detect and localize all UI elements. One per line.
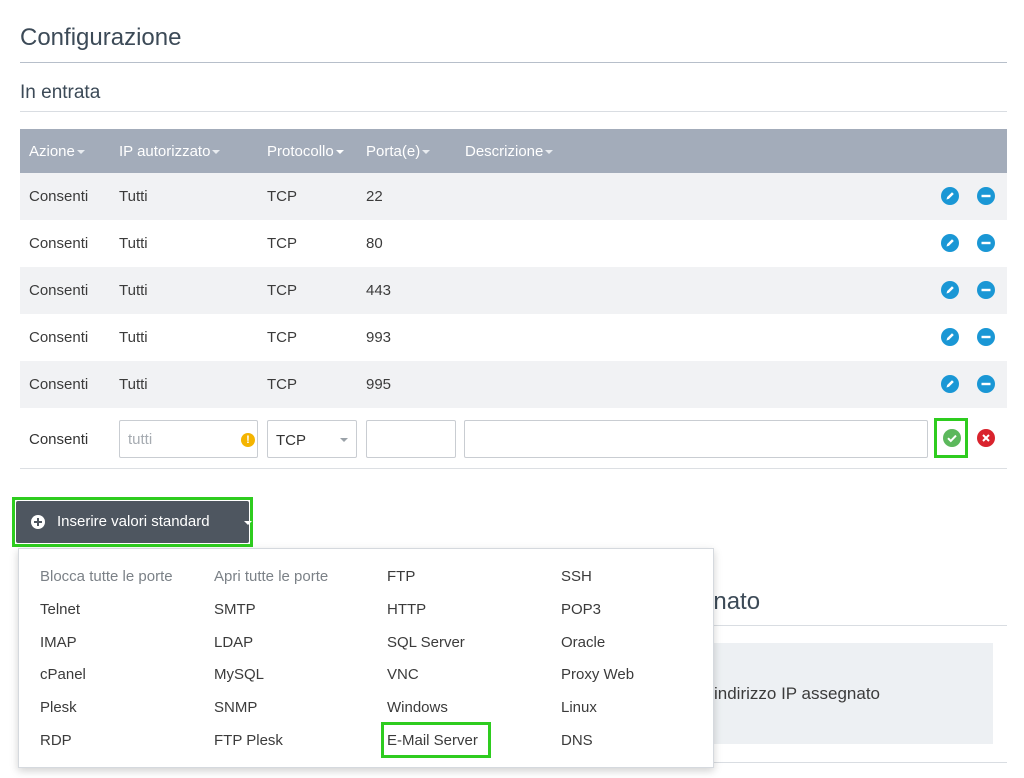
table-header: Azione IP autorizzato Protocollo Porta(e… bbox=[20, 129, 1007, 173]
chevron-down-icon bbox=[340, 438, 348, 442]
menu-item-pop3[interactable]: POP3 bbox=[561, 601, 601, 618]
description-input[interactable] bbox=[464, 420, 928, 458]
menu-item-ssh[interactable]: SSH bbox=[561, 568, 592, 585]
row-ip: Tutti bbox=[119, 329, 148, 346]
remove-minus-icon[interactable] bbox=[977, 234, 995, 252]
column-header-action[interactable]: Azione bbox=[29, 143, 85, 160]
row-action: Consenti bbox=[29, 188, 89, 205]
new-rule-action: Consenti bbox=[29, 431, 89, 448]
column-header-protocol[interactable]: Protocollo bbox=[267, 143, 344, 160]
insert-standard-values-button[interactable]: Inserire valori standard bbox=[16, 501, 252, 543]
remove-minus-icon[interactable] bbox=[977, 281, 995, 299]
background-divider bbox=[700, 762, 1007, 763]
table-row: Consenti Tutti TCP 80 bbox=[20, 220, 1007, 267]
sort-caret-icon bbox=[212, 150, 221, 155]
row-port: 995 bbox=[366, 376, 392, 393]
row-port: 443 bbox=[366, 282, 392, 299]
row-action: Consenti bbox=[29, 376, 89, 393]
row-action: Consenti bbox=[29, 282, 89, 299]
background-section-divider bbox=[700, 625, 1007, 626]
column-header-ports[interactable]: Porta(e) bbox=[366, 143, 431, 160]
menu-item-mysql[interactable]: MySQL bbox=[214, 666, 264, 683]
menu-item-ftp[interactable]: FTP bbox=[387, 568, 415, 585]
standard-values-dropdown: Blocca tutte le porte Telnet IMAP cPanel… bbox=[18, 548, 714, 768]
menu-item-block-all-ports[interactable]: Blocca tutte le porte bbox=[40, 568, 173, 585]
row-protocol: TCP bbox=[267, 282, 297, 299]
title-divider bbox=[20, 62, 1007, 63]
menu-item-plesk[interactable]: Plesk bbox=[40, 699, 77, 716]
row-action: Consenti bbox=[29, 329, 89, 346]
table-row: Consenti Tutti TCP 22 bbox=[20, 173, 1007, 220]
edit-pencil-icon[interactable] bbox=[941, 187, 959, 205]
section-title: In entrata bbox=[20, 82, 101, 103]
sort-caret-icon bbox=[76, 150, 85, 155]
remove-minus-icon[interactable] bbox=[977, 328, 995, 346]
edit-pencil-icon[interactable] bbox=[941, 375, 959, 393]
protocol-select[interactable]: TCP bbox=[267, 420, 357, 458]
table-row: Consenti Tutti TCP 993 bbox=[20, 314, 1007, 361]
table-row: Consenti Tutti TCP 995 bbox=[20, 361, 1007, 408]
row-port: 80 bbox=[366, 235, 383, 252]
chevron-down-icon bbox=[244, 521, 252, 525]
row-protocol: TCP bbox=[267, 329, 297, 346]
menu-item-dns[interactable]: DNS bbox=[561, 732, 593, 749]
highlight-box bbox=[381, 722, 491, 758]
menu-item-rdp[interactable]: RDP bbox=[40, 732, 72, 749]
edit-pencil-icon[interactable] bbox=[941, 281, 959, 299]
menu-item-smtp[interactable]: SMTP bbox=[214, 601, 256, 618]
column-header-description[interactable]: Descrizione bbox=[465, 143, 554, 160]
sort-caret-icon bbox=[545, 150, 554, 155]
edit-pencil-icon[interactable] bbox=[941, 234, 959, 252]
row-port: 22 bbox=[366, 188, 383, 205]
menu-item-oracle[interactable]: Oracle bbox=[561, 634, 605, 651]
menu-item-http[interactable]: HTTP bbox=[387, 601, 426, 618]
edit-pencil-icon[interactable] bbox=[941, 328, 959, 346]
menu-item-snmp[interactable]: SNMP bbox=[214, 699, 257, 716]
warning-icon: ! bbox=[241, 433, 255, 447]
row-ip: Tutti bbox=[119, 188, 148, 205]
row-action: Consenti bbox=[29, 235, 89, 252]
menu-item-open-all-ports[interactable]: Apri tutte le porte bbox=[214, 568, 328, 585]
row-ip: Tutti bbox=[119, 376, 148, 393]
menu-item-sql-server[interactable]: SQL Server bbox=[387, 634, 465, 651]
remove-minus-icon[interactable] bbox=[977, 375, 995, 393]
table-row: Consenti Tutti TCP 443 bbox=[20, 267, 1007, 314]
cancel-x-icon[interactable] bbox=[977, 429, 995, 447]
row-port: 993 bbox=[366, 329, 392, 346]
background-panel-text: indirizzo IP assegnato bbox=[714, 684, 881, 703]
ip-input[interactable] bbox=[119, 420, 258, 458]
row-protocol: TCP bbox=[267, 188, 297, 205]
menu-item-windows[interactable]: Windows bbox=[387, 699, 448, 716]
section-divider bbox=[20, 111, 1007, 112]
menu-item-ftp-plesk[interactable]: FTP Plesk bbox=[214, 732, 283, 749]
menu-item-linux[interactable]: Linux bbox=[561, 699, 597, 716]
plus-circle-icon bbox=[31, 515, 45, 529]
column-header-ip[interactable]: IP autorizzato bbox=[119, 143, 221, 160]
row-ip: Tutti bbox=[119, 282, 148, 299]
row-ip: Tutti bbox=[119, 235, 148, 252]
sort-caret-icon bbox=[335, 150, 344, 155]
row-protocol: TCP bbox=[267, 376, 297, 393]
remove-minus-icon[interactable] bbox=[977, 187, 995, 205]
menu-item-proxy-web[interactable]: Proxy Web bbox=[561, 666, 634, 683]
page-title: Configurazione bbox=[20, 24, 182, 51]
menu-item-telnet[interactable]: Telnet bbox=[40, 601, 80, 618]
highlight-box bbox=[934, 418, 968, 458]
menu-item-imap[interactable]: IMAP bbox=[40, 634, 77, 651]
new-rule-row: Consenti ! TCP bbox=[20, 406, 1007, 469]
row-protocol: TCP bbox=[267, 235, 297, 252]
inbound-rules-table: Azione IP autorizzato Protocollo Porta(e… bbox=[20, 129, 1007, 469]
menu-item-ldap[interactable]: LDAP bbox=[214, 634, 253, 651]
sort-caret-icon bbox=[422, 150, 431, 155]
menu-item-cpanel[interactable]: cPanel bbox=[40, 666, 86, 683]
menu-item-vnc[interactable]: VNC bbox=[387, 666, 419, 683]
port-input[interactable] bbox=[366, 420, 456, 458]
